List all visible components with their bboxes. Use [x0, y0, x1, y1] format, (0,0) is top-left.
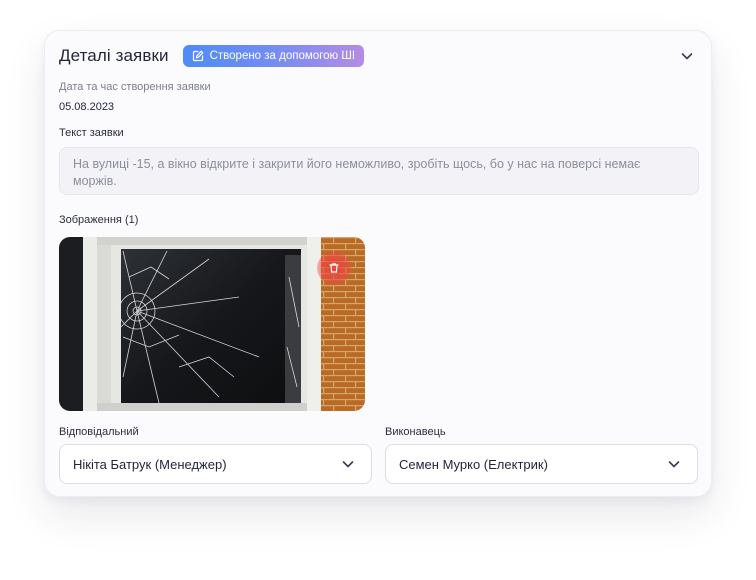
responsible-select[interactable]: Нікіта Батрук (Менеджер) [59, 444, 372, 484]
chevron-down-icon [668, 461, 680, 468]
images-label-text: Зображення [59, 214, 122, 226]
ai-badge-label: Створено за допомогою ШІ [209, 50, 356, 62]
images-label: Зображення (1) [59, 214, 138, 226]
images-count: (1) [124, 214, 139, 226]
ai-created-badge: Створено за допомогою ШІ [182, 45, 365, 67]
card-header: Деталі заявки Створено за допомогою ШІ [59, 45, 697, 67]
created-at-label: Дата та час створення заявки [59, 81, 211, 93]
executor-select[interactable]: Семен Мурко (Електрик) [385, 444, 698, 484]
request-text-label: Текст заявки [59, 127, 124, 139]
chevron-down-icon [681, 53, 693, 60]
attached-image[interactable] [59, 237, 365, 411]
chevron-down-icon [342, 461, 354, 468]
trash-icon [329, 263, 339, 273]
executor-label: Виконавець [385, 426, 446, 438]
delete-image-button[interactable] [317, 251, 351, 285]
responsible-label: Відповідальний [59, 426, 139, 438]
responsible-value: Нікіта Батрук (Менеджер) [73, 456, 227, 472]
executor-value: Семен Мурко (Електрик) [399, 456, 548, 472]
card-title: Деталі заявки [59, 46, 169, 65]
request-details-card: Деталі заявки Створено за допомогою ШІ Д… [44, 30, 712, 497]
request-text-field[interactable]: На вулиці -15, а вікно відкрите і закрит… [59, 147, 699, 195]
request-text-value: На вулиці -15, а вікно відкрите і закрит… [73, 157, 641, 188]
collapse-button[interactable] [677, 46, 697, 66]
edit-square-icon [192, 50, 203, 62]
created-at-value: 05.08.2023 [59, 101, 115, 113]
